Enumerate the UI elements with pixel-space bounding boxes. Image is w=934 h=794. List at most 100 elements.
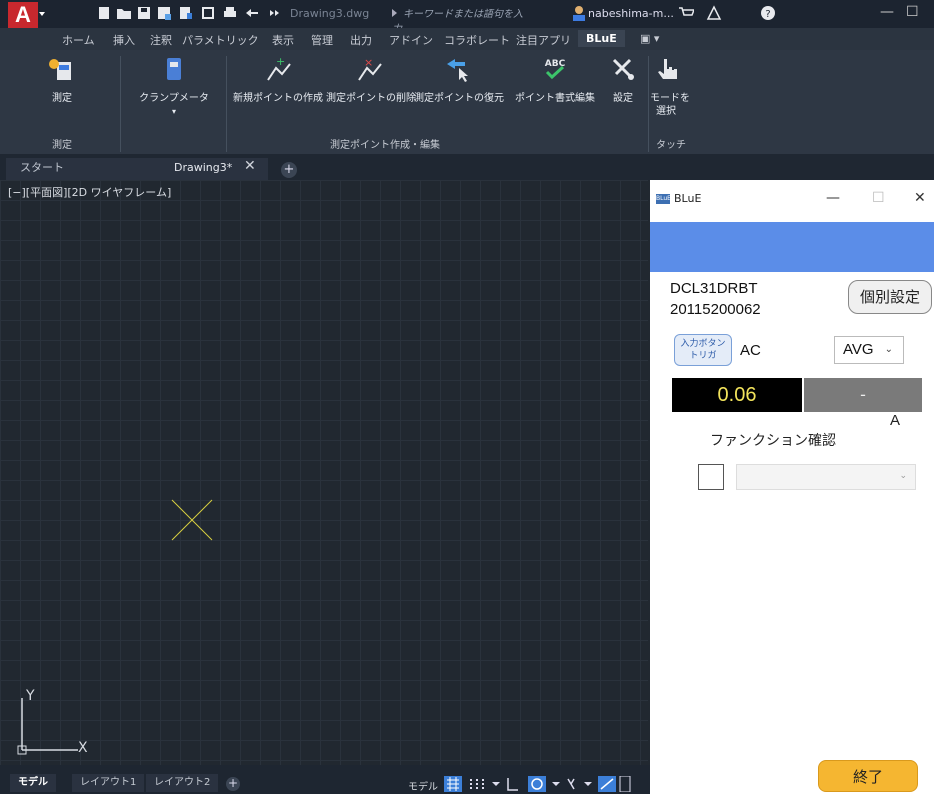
function-checkbox[interactable] (698, 464, 724, 490)
tab-home[interactable]: ホーム (62, 32, 95, 48)
panel-label-point-edit: 測定ポイント作成・編集 (330, 140, 440, 151)
autodesk-icon[interactable] (706, 5, 722, 21)
settings-button[interactable]: 設定 (608, 56, 638, 105)
ucs-y-label: Y (26, 688, 35, 704)
save-icon[interactable] (136, 5, 152, 21)
user-name[interactable]: nabeshima-m... (588, 7, 674, 20)
close-tab-icon[interactable]: ✕ (244, 158, 256, 174)
status-toggles[interactable] (444, 776, 644, 792)
dialog-header-banner (650, 222, 934, 272)
new-point-button[interactable]: + 新規ポイントの作成 (232, 55, 324, 105)
model-space-label[interactable]: モデル (408, 778, 438, 793)
plot-icon[interactable] (200, 5, 216, 21)
web-mobile-icon[interactable] (178, 5, 194, 21)
cart-icon[interactable] (678, 5, 696, 21)
primary-value-display: 0.06 (672, 378, 802, 412)
device-model: DCL31DRBT (670, 280, 758, 297)
ribbon-tab-bar: ホーム 挿入 注釈 パラメトリック 表示 管理 出力 アドイン コラボレート 注… (0, 28, 934, 50)
tab-layout2[interactable]: レイアウト2 (146, 774, 219, 792)
new-point-label: 新規ポイントの作成 (233, 93, 323, 104)
format-edit-label: ポイント書式編集 (515, 93, 595, 104)
tab-model[interactable]: モデル (10, 774, 56, 792)
open-folder-icon[interactable] (116, 5, 132, 21)
svg-text:+: + (276, 56, 285, 68)
add-layout-icon[interactable]: + (226, 777, 240, 791)
tab-layout1[interactable]: レイアウト1 (72, 774, 145, 792)
tab-addins[interactable]: アドイン (389, 32, 433, 48)
restore-point-label: 測定ポイントの復元 (414, 93, 504, 104)
blue-app-icon: BLuE (656, 194, 671, 204)
maximize-icon[interactable]: ☐ (906, 4, 919, 20)
avg-select-value: AVG (843, 341, 874, 358)
minimize-icon[interactable]: — (880, 4, 894, 20)
search-input[interactable]: キーワードまたは語句を入力 (392, 5, 527, 35)
app-menu-caret-icon[interactable] (39, 12, 45, 16)
tab-start[interactable]: スタート (6, 158, 148, 180)
ribbon-divider (648, 56, 649, 152)
svg-text:?: ? (765, 9, 770, 20)
restore-point-button[interactable]: 測定ポイントの復元 (414, 56, 504, 105)
dialog-body: DCL31DRBT 20115200062 個別設定 入力ボタン トリガ AC … (650, 272, 934, 794)
input-trigger-button[interactable]: 入力ボタン トリガ (674, 334, 732, 366)
panel-toggle-icon[interactable]: ▣ ▾ (640, 32, 659, 45)
dialog-title-bar: BLuE BLuE — ☐ ✕ (650, 180, 934, 222)
tab-blue[interactable]: BLuE (578, 30, 625, 47)
tab-parametric[interactable]: パラメトリック (182, 32, 259, 48)
clamp-meter-label: クランプメータ (139, 93, 209, 104)
tab-output[interactable]: 出力 (350, 32, 372, 48)
delete-point-label: 測定ポイントの削除 (326, 93, 416, 104)
undo-icon[interactable] (244, 5, 260, 21)
panel-label-touch: タッチ (656, 140, 686, 151)
ribbon-panel: 測定 クランプメータ ▾ + 新規ポイントの作成 × 測定ポイントの削除 測定ポ… (0, 50, 934, 154)
autocad-logo[interactable]: A (8, 2, 38, 28)
minimize-icon[interactable]: — (826, 190, 840, 206)
restore-point-icon (441, 56, 473, 84)
input-trigger-label-line2: トリガ (689, 351, 717, 361)
chevron-down-icon: ⌄ (884, 344, 893, 355)
title-bar: A Drawing3.dwg キーワードまたは語句を入 nabeshima-m.… (0, 0, 934, 35)
maximize-icon[interactable]: ☐ (872, 190, 885, 206)
input-trigger-label-line1: 入力ボタン (680, 339, 726, 349)
tab-manage[interactable]: 管理 (311, 32, 333, 48)
new-file-icon[interactable] (96, 5, 112, 21)
settings-icon (608, 56, 640, 84)
dropdown-caret-icon[interactable]: ▾ (135, 105, 213, 118)
device-serial: 20115200062 (670, 301, 761, 318)
ribbon-divider (120, 56, 121, 152)
measure-button[interactable]: 測定 (42, 56, 82, 105)
measurement-point-marker[interactable] (170, 498, 214, 542)
measure-mode: AC (740, 342, 761, 359)
drawing-viewport[interactable]: [−][平面図][2D ワイヤフレーム] Y X (0, 180, 648, 765)
user-icon[interactable] (572, 5, 586, 24)
delete-point-icon: × (353, 56, 385, 84)
viewport-controls[interactable]: [−][平面図][2D ワイヤフレーム] (8, 184, 171, 200)
measure-icon (46, 56, 78, 84)
save-as-icon[interactable] (156, 5, 172, 21)
ucs-x-label: X (78, 740, 88, 756)
search-expand-icon (392, 9, 397, 17)
redo-icon[interactable] (266, 5, 282, 21)
device-id: DCL31DRBT 20115200062 (670, 278, 761, 320)
document-title: Drawing3.dwg (290, 7, 370, 20)
function-select[interactable]: ⌄ (736, 464, 916, 490)
measure-label: 測定 (52, 93, 72, 104)
settings-label: 設定 (613, 93, 633, 104)
tab-view[interactable]: 表示 (272, 32, 294, 48)
add-tab-icon[interactable]: + (281, 162, 297, 178)
format-edit-button[interactable]: ABC ポイント書式編集 (504, 56, 606, 105)
tab-annotate[interactable]: 注釈 (150, 32, 172, 48)
tab-collaborate[interactable]: コラボレート (444, 32, 510, 48)
avg-select[interactable]: AVG ⌄ (834, 336, 904, 364)
secondary-value-display: - (804, 378, 922, 412)
clamp-meter-button[interactable]: クランプメータ ▾ (135, 56, 213, 118)
select-mode-button[interactable]: モードを 選択 (650, 56, 690, 118)
close-icon[interactable]: ✕ (914, 190, 926, 206)
tab-featured-apps[interactable]: 注目アプリ (516, 32, 571, 48)
format-edit-icon: ABC (539, 56, 571, 84)
tab-insert[interactable]: 挿入 (113, 32, 135, 48)
help-icon[interactable]: ? (760, 5, 776, 21)
individual-settings-button[interactable]: 個別設定 (848, 280, 932, 314)
end-button[interactable]: 終了 (818, 760, 918, 792)
delete-point-button[interactable]: × 測定ポイントの削除 (326, 56, 416, 105)
print-icon[interactable] (222, 5, 238, 21)
